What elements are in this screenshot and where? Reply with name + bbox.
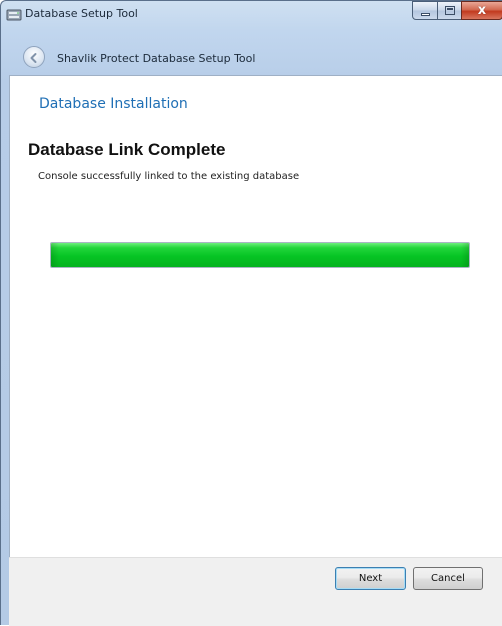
next-button[interactable]: Next: [335, 567, 406, 590]
minimize-button[interactable]: [412, 1, 438, 20]
back-button[interactable]: [23, 46, 45, 68]
close-icon: x: [477, 3, 487, 18]
minimize-icon: [421, 13, 430, 16]
page-heading: Database Link Complete: [28, 140, 226, 159]
wizard-title: Shavlik Protect Database Setup Tool: [57, 52, 256, 65]
status-message: Console successfully linked to the exist…: [38, 171, 300, 182]
progress-bar: [50, 242, 470, 268]
title-bar[interactable]: Database Setup Tool x: [1, 1, 502, 28]
section-header: Database Installation: [39, 96, 188, 112]
close-button[interactable]: x: [461, 1, 502, 20]
window-bottom-edge: [9, 611, 502, 625]
caption-buttons: x: [412, 1, 502, 21]
window-title: Database Setup Tool: [25, 7, 138, 20]
maximize-button[interactable]: [437, 1, 462, 20]
progress-fill: [51, 243, 469, 267]
cancel-button[interactable]: Cancel: [413, 567, 483, 590]
database-icon: [6, 9, 22, 21]
back-arrow-icon: [30, 53, 37, 63]
maximize-icon: [445, 6, 455, 15]
